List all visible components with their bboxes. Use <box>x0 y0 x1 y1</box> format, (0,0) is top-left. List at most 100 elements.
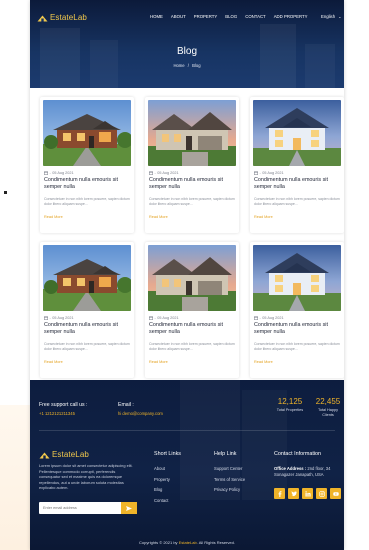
read-more-link[interactable]: Read More <box>254 215 273 219</box>
footer-logo[interactable]: EstateLab <box>39 450 89 459</box>
youtube-icon[interactable] <box>330 488 341 499</box>
blog-card-date-text: 05 Aug 2021 <box>262 316 284 320</box>
blog-card-date: - 05 Aug 2021 <box>149 316 179 320</box>
blog-card-date-sep: - <box>49 171 51 175</box>
help-links: Help Link Support Center Terms of Servic… <box>214 451 245 498</box>
footer-link-property[interactable]: Property <box>154 477 181 482</box>
blog-card[interactable]: - 05 Aug 2021 Condimentum nulla emouris … <box>40 242 134 378</box>
twitter-icon[interactable] <box>288 488 299 499</box>
blog-card[interactable]: - 05 Aug 2021 Condimentum nulla emouris … <box>145 242 239 378</box>
calendar-icon <box>149 171 153 175</box>
copyright-suffix: . All Rights Reserved. <box>196 540 235 545</box>
nav-item-add-property[interactable]: ADD PROPERTY <box>274 14 308 19</box>
breadcrumb-separator: / <box>187 63 189 68</box>
footer-link-contact[interactable]: Contact <box>154 498 181 503</box>
facebook-icon[interactable] <box>274 488 285 499</box>
nav-item-contact[interactable]: CONTACT <box>245 14 265 19</box>
chevron-down-icon: ⌄ <box>338 14 342 19</box>
support-email: Email : hi demo@company.com <box>118 402 163 416</box>
nav-item-about[interactable]: ABOUT <box>171 14 186 19</box>
read-more-link[interactable]: Read More <box>44 360 63 364</box>
blog-card-date-text: 05 Aug 2021 <box>157 316 179 320</box>
blog-card-date: - 05 Aug 2021 <box>254 171 284 175</box>
hero-banner: EstateLab HOME ABOUT PROPERTY BLOG CONTA… <box>30 0 344 88</box>
site-logo[interactable]: EstateLab <box>37 13 87 22</box>
read-more-link[interactable]: Read More <box>149 215 168 219</box>
support-phone[interactable]: +1 1212121211345 <box>39 411 87 416</box>
blog-card-date-sep: - <box>154 171 156 175</box>
language-select[interactable]: English ⌄ <box>321 14 341 19</box>
instagram-icon[interactable] <box>316 488 327 499</box>
blog-card-date-text: 05 Aug 2021 <box>262 171 284 175</box>
footer-link-about[interactable]: About <box>154 466 181 471</box>
page-frame: EstateLab HOME ABOUT PROPERTY BLOG CONTA… <box>30 0 344 550</box>
blog-card-date-text: 05 Aug 2021 <box>52 316 74 320</box>
footer-link-blog[interactable]: Blog <box>154 487 181 492</box>
address-label: Office Address : <box>274 466 307 471</box>
footer-link-privacy[interactable]: Privacy Policy <box>214 487 245 492</box>
stat-label: Total Properties <box>276 408 304 412</box>
subscribe-button[interactable] <box>121 502 137 514</box>
contact-heading: Contact Information <box>274 451 322 457</box>
blog-card-date: - 05 Aug 2021 <box>254 316 284 320</box>
footer-link-terms[interactable]: Terms of Service <box>214 477 245 482</box>
blog-card-title[interactable]: Condimentum nulla emouris sit semper nul… <box>254 177 340 191</box>
linkedin-icon[interactable] <box>302 488 313 499</box>
read-more-link[interactable]: Read More <box>254 360 273 364</box>
nav-item-home[interactable]: HOME <box>150 14 163 19</box>
left-decoration <box>0 405 30 550</box>
blog-card-title[interactable]: Condimentum nulla emouris sit semper nul… <box>44 177 130 191</box>
blog-card[interactable]: - 05 Aug 2021 Condimentum nulla emouris … <box>145 97 239 233</box>
logo-text: EstateLab <box>52 450 89 459</box>
blog-card-image[interactable] <box>43 100 131 166</box>
support-call: Free support call us : +1 1212121211345 <box>39 402 87 416</box>
short-links: Short Links About Property Blog Contact <box>154 451 181 508</box>
blog-card-image[interactable] <box>148 245 236 311</box>
blog-card-image[interactable] <box>43 245 131 311</box>
breadcrumb: Home / Blog <box>30 63 344 68</box>
stat-value: 22,455 <box>315 397 341 406</box>
calendar-icon <box>149 316 153 320</box>
stat-happy-clients: 22,455 Total Happy Clients <box>312 397 344 418</box>
blog-card-image[interactable] <box>253 245 341 311</box>
read-more-link[interactable]: Read More <box>44 215 63 219</box>
nav-item-blog[interactable]: BLOG <box>225 14 237 19</box>
blog-card-title[interactable]: Condimentum nulla emouris sit semper nul… <box>149 322 235 336</box>
blog-card-title[interactable]: Condimentum nulla emouris sit semper nul… <box>149 177 235 191</box>
logo-house-icon <box>39 452 50 458</box>
footer-link-support[interactable]: Support Center <box>214 466 245 471</box>
stat-value: 12,125 <box>277 397 303 406</box>
blog-card[interactable]: - 05 Aug 2021 Condimentum nulla emouris … <box>40 97 134 233</box>
short-links-heading: Short Links <box>154 451 181 457</box>
blog-card[interactable]: - 05 Aug 2021 Condimentum nulla emouris … <box>250 97 344 233</box>
blog-card-excerpt: Consectetuer in non nibh lorem posuere, … <box>149 342 235 351</box>
blog-card-excerpt: Consectetuer in non nibh lorem posuere, … <box>254 342 340 351</box>
blog-card-image[interactable] <box>148 100 236 166</box>
subscribe-form <box>39 502 137 514</box>
blog-card-title[interactable]: Condimentum nulla emouris sit semper nul… <box>254 322 340 336</box>
stat-label: Total Happy Clients <box>317 408 339 417</box>
logo-house-icon <box>37 15 48 21</box>
social-links <box>274 488 341 499</box>
edge-marker <box>4 191 7 194</box>
breadcrumb-home[interactable]: Home <box>173 63 184 68</box>
blog-card-date: - 05 Aug 2021 <box>44 171 74 175</box>
office-address: Office Address : 2nd floor, 34 Sonagazer… <box>274 466 340 478</box>
calendar-icon <box>254 316 258 320</box>
calendar-icon <box>44 171 48 175</box>
blog-card[interactable]: - 05 Aug 2021 Condimentum nulla emouris … <box>250 242 344 378</box>
subscribe-email-input[interactable] <box>39 502 121 514</box>
blog-card-title[interactable]: Condimentum nulla emouris sit semper nul… <box>44 322 130 336</box>
footer-divider <box>39 430 335 431</box>
email-label: Email : <box>118 402 134 408</box>
nav-item-property[interactable]: PROPERTY <box>194 14 218 19</box>
blog-card-date-sep: - <box>154 316 156 320</box>
calendar-icon <box>44 316 48 320</box>
blog-card-date-text: 05 Aug 2021 <box>157 171 179 175</box>
read-more-link[interactable]: Read More <box>149 360 168 364</box>
contact-information: Contact Information Office Address : 2nd… <box>274 451 340 478</box>
copyright-brand-link[interactable]: EstateLab <box>179 540 197 545</box>
calendar-icon <box>254 171 258 175</box>
email-link[interactable]: hi demo@company.com <box>118 411 163 416</box>
blog-card-image[interactable] <box>253 100 341 166</box>
